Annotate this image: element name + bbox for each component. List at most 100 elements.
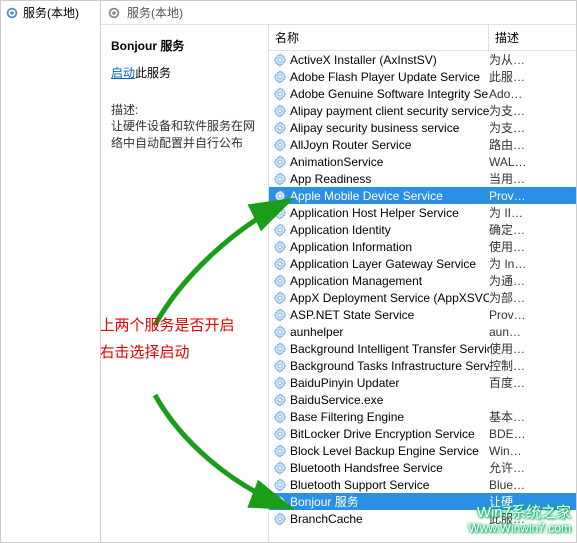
gear-icon [273, 223, 287, 237]
service-name: AnimationService [290, 155, 383, 169]
start-link[interactable]: 启动 [111, 66, 135, 80]
service-desc: 为 II… [489, 204, 572, 221]
service-row[interactable]: AppX Deployment Service (AppXSVC)为部… [269, 289, 576, 306]
service-row[interactable]: Alipay security business service 为支… [269, 119, 576, 136]
service-row[interactable]: Application Layer Gateway Service为 In… [269, 255, 576, 272]
service-desc: 路由… [489, 136, 572, 153]
desc-label: 描述: [111, 101, 258, 118]
service-row[interactable]: Alipay payment client security service为支… [269, 102, 576, 119]
start-link-suffix: 此服务 [135, 66, 171, 80]
watermark: Win7系统之家 Www.Winwin7.com [468, 505, 571, 535]
gear-icon [273, 138, 287, 152]
gear-icon [273, 104, 287, 118]
service-desc: BDE… [489, 427, 572, 441]
service-name: Apple Mobile Device Service [290, 189, 443, 203]
service-row[interactable]: BaiduPinyin Updater百度… [269, 374, 576, 391]
service-name: Application Identity [290, 223, 391, 237]
service-row[interactable]: Application Identity 确定… [269, 221, 576, 238]
service-name: Application Layer Gateway Service [290, 257, 476, 271]
service-row[interactable]: ActiveX Installer (AxInstSV) 为从… [269, 51, 576, 68]
service-name: Background Tasks Infrastructure Service [290, 359, 489, 373]
service-desc: 使用… [489, 340, 572, 357]
service-name: Adobe Genuine Software Integrity Service [290, 87, 489, 101]
topbar: 服务(本地) [101, 1, 576, 25]
service-name: ASP.NET State Service [290, 308, 414, 322]
service-row[interactable]: AllJoyn Router Service路由… [269, 136, 576, 153]
service-desc: 为部… [489, 289, 572, 306]
service-name: Base Filtering Engine [290, 410, 404, 424]
service-desc: 为支… [489, 102, 572, 119]
service-name: ActiveX Installer (AxInstSV) [290, 53, 437, 67]
service-desc: 允许… [489, 459, 572, 476]
tree-item-services[interactable]: 服务(本地) [1, 1, 100, 24]
service-row[interactable]: BaiduService.exe [269, 391, 576, 408]
list-header[interactable]: 名称 描述 [269, 25, 576, 51]
gear-icon [273, 257, 287, 271]
gear-icon [273, 495, 287, 509]
service-row[interactable]: Base Filtering Engine 基本… [269, 408, 576, 425]
service-desc: 为支… [489, 119, 572, 136]
gear-icon [273, 359, 287, 373]
service-row[interactable]: aunhelper aun… [269, 323, 576, 340]
gear-icon [273, 87, 287, 101]
service-row[interactable]: Application Information使用… [269, 238, 576, 255]
service-desc: Prov… [489, 189, 572, 203]
gear-icon [273, 240, 287, 254]
col-desc[interactable]: 描述 [489, 25, 576, 50]
gear-icon [273, 291, 287, 305]
service-name: Application Host Helper Service [290, 206, 459, 220]
service-name: Background Intelligent Transfer Service [290, 342, 489, 356]
service-desc: aun… [489, 325, 572, 339]
left-tree[interactable]: 服务(本地) [1, 1, 101, 542]
service-row[interactable]: Application Host Helper Service 为 II… [269, 204, 576, 221]
gear-icon [273, 393, 287, 407]
service-row[interactable]: Adobe Flash Player Update Service此服… [269, 68, 576, 85]
gear-icon [5, 6, 19, 20]
service-row[interactable]: Block Level Backup Engine ServiceWin… [269, 442, 576, 459]
service-name: App Readiness [290, 172, 371, 186]
service-desc: WAL… [489, 155, 572, 169]
service-row[interactable]: Apple Mobile Device Service Prov… [269, 187, 576, 204]
service-name: Bluetooth Handsfree Service [290, 461, 443, 475]
service-name: AppX Deployment Service (AppXSVC) [290, 291, 489, 305]
service-title: Bonjour 服务 [111, 37, 258, 54]
service-row[interactable]: BitLocker Drive Encryption ServiceBDE… [269, 425, 576, 442]
service-row[interactable]: Application Management 为通… [269, 272, 576, 289]
service-desc: 当用… [489, 170, 572, 187]
gear-icon [273, 427, 287, 441]
gear-icon [273, 444, 287, 458]
service-name: aunhelper [290, 325, 343, 339]
gear-icon [273, 274, 287, 288]
service-row[interactable]: Background Intelligent Transfer Service使… [269, 340, 576, 357]
service-desc: Blue… [489, 478, 572, 492]
service-desc: 为从… [489, 51, 572, 68]
watermark-line2: Www.Winwin7.com [468, 522, 571, 535]
service-name: Application Management [290, 274, 422, 288]
annotation-line2: 右击选择启动 [101, 339, 258, 366]
topbar-label: 服务(本地) [127, 4, 183, 21]
service-row[interactable]: Background Tasks Infrastructure Service控… [269, 357, 576, 374]
gear-icon [107, 6, 121, 20]
service-desc: 为通… [489, 272, 572, 289]
gear-icon [273, 70, 287, 84]
service-name: Bluetooth Support Service [290, 478, 429, 492]
service-row[interactable]: ASP.NET State ServiceProv… [269, 306, 576, 323]
service-row[interactable]: Bluetooth Handsfree Service 允许… [269, 459, 576, 476]
services-list[interactable]: 名称 描述 ActiveX Installer (AxInstSV)为从…Ado… [269, 25, 576, 542]
col-name[interactable]: 名称 [269, 25, 489, 50]
service-row[interactable]: AnimationService WAL… [269, 153, 576, 170]
service-desc: Ado… [489, 87, 572, 101]
service-row[interactable]: Bluetooth Support Service Blue… [269, 476, 576, 493]
service-name: Alipay security business service [290, 121, 459, 135]
gear-icon [273, 342, 287, 356]
service-desc: 基本… [489, 408, 572, 425]
service-row[interactable]: Adobe Genuine Software Integrity Service… [269, 85, 576, 102]
annotation-line1: 检查以上两个服务是否开启 [101, 312, 258, 339]
service-name: Adobe Flash Player Update Service [290, 70, 480, 84]
service-desc: 确定… [489, 221, 572, 238]
service-row[interactable]: App Readiness 当用… [269, 170, 576, 187]
service-name: Alipay payment client security service [290, 104, 489, 118]
service-name: Block Level Backup Engine Service [290, 444, 479, 458]
service-desc: 控制… [489, 357, 572, 374]
gear-icon [273, 325, 287, 339]
